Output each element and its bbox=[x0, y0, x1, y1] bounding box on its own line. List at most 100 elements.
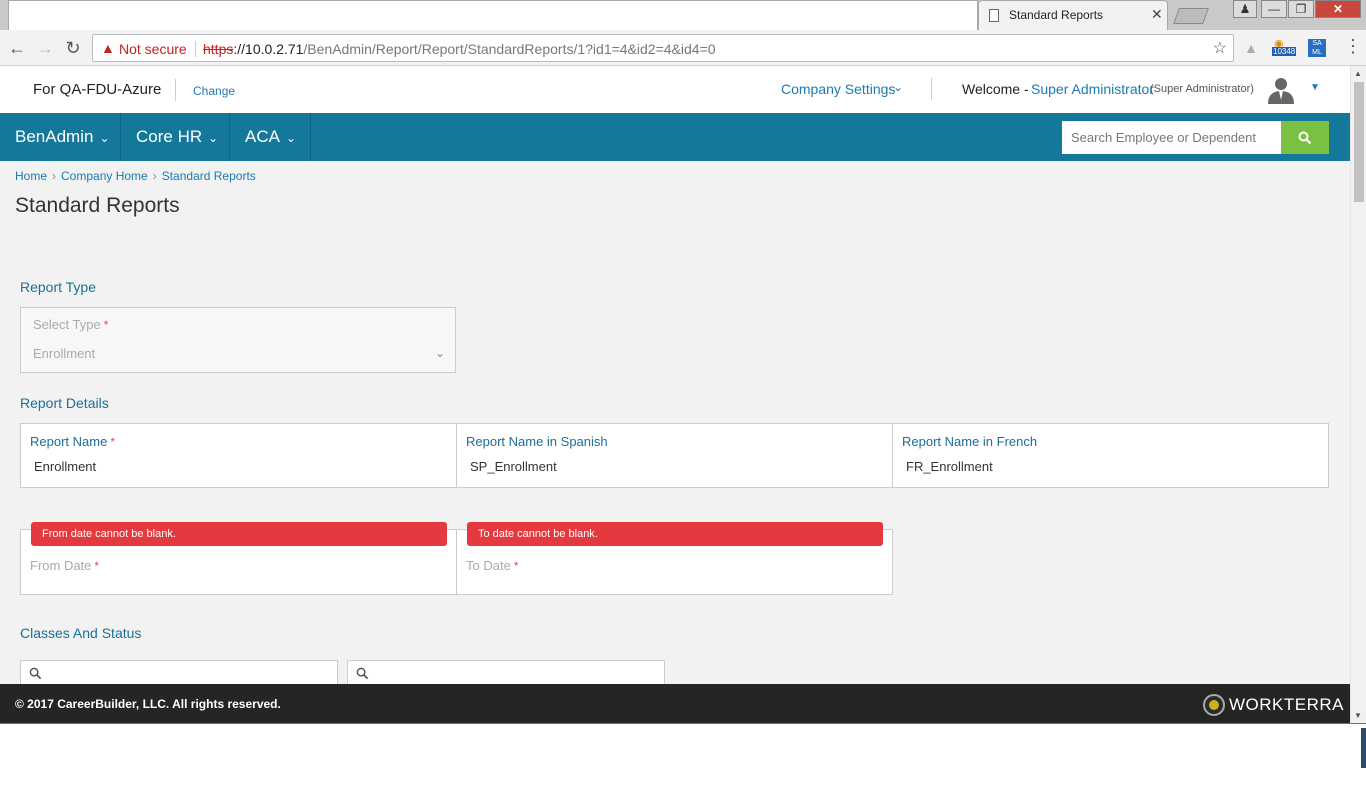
classes-search-input[interactable] bbox=[20, 660, 338, 686]
badge-extension-icon[interactable]: ◉ 10348 bbox=[1272, 38, 1297, 57]
page-viewport: For QA-FDU-Azure Change Company Settings… bbox=[0, 66, 1350, 723]
select-type-label: Select Type * bbox=[33, 317, 109, 332]
company-name: For QA-FDU-Azure bbox=[33, 81, 162, 98]
url-text[interactable]: https://10.0.2.71/BenAdmin/Report/Report… bbox=[203, 41, 716, 57]
nav-item-label: BenAdmin bbox=[15, 127, 94, 146]
search-icon bbox=[356, 667, 369, 683]
window-close-button[interactable]: ✕ bbox=[1315, 0, 1361, 18]
scroll-up-icon[interactable]: ▲ bbox=[1354, 69, 1362, 78]
employee-search-input[interactable] bbox=[1062, 121, 1281, 154]
header-divider bbox=[175, 79, 176, 101]
pdf-extension-icon[interactable]: ▲ bbox=[1242, 39, 1260, 57]
select-type-value: Enrollment bbox=[33, 346, 96, 361]
required-marker: * bbox=[110, 435, 115, 449]
window-edge bbox=[1361, 728, 1366, 768]
required-marker: * bbox=[103, 318, 109, 332]
page-scrollbar[interactable]: ▲ ▼ bbox=[1350, 66, 1366, 723]
report-details-heading: Report Details bbox=[20, 395, 109, 411]
report-type-heading: Report Type bbox=[20, 279, 97, 295]
breadcrumb-home[interactable]: Home bbox=[15, 169, 47, 183]
breadcrumb: Home › Company Home › Standard Reports bbox=[15, 169, 256, 183]
workterra-logo-icon bbox=[1203, 694, 1225, 716]
breadcrumb-separator-icon: › bbox=[152, 169, 157, 183]
maximize-button[interactable]: ❐ bbox=[1288, 0, 1314, 18]
new-tab-button[interactable] bbox=[1173, 8, 1209, 24]
breadcrumb-separator-icon: › bbox=[52, 169, 57, 183]
required-marker: * bbox=[94, 559, 100, 573]
saml-extension-icon[interactable]: SA ML bbox=[1308, 39, 1326, 57]
page-footer: © 2017 CareerBuilder, LLC. All rights re… bbox=[0, 684, 1350, 723]
chevron-down-icon: ⌄ bbox=[99, 131, 110, 145]
report-type-select[interactable]: Select Type * Enrollment ⌄ bbox=[20, 307, 456, 373]
extension-badge: 10348 bbox=[1272, 47, 1297, 56]
search-icon bbox=[29, 667, 42, 683]
chevron-down-icon[interactable]: ⌄ bbox=[893, 80, 903, 94]
report-name-value: Enrollment bbox=[34, 459, 97, 474]
page-title: Standard Reports bbox=[15, 194, 180, 217]
document-icon bbox=[989, 9, 999, 22]
forward-arrow-icon[interactable]: → bbox=[33, 36, 57, 60]
avatar-icon[interactable] bbox=[1266, 76, 1296, 104]
to-date-label: To Date * bbox=[466, 558, 519, 573]
chevron-down-icon: ⌄ bbox=[208, 131, 219, 145]
blank-area bbox=[0, 723, 1366, 812]
copyright-text: © 2017 CareerBuilder, LLC. All rights re… bbox=[15, 697, 281, 711]
report-name-field[interactable]: Report Name * Enrollment bbox=[20, 423, 457, 488]
nav-item-benadmin[interactable]: BenAdmin ⌄ bbox=[0, 113, 121, 161]
chevron-down-icon: ⌄ bbox=[285, 131, 297, 145]
caret-down-icon[interactable]: ▼ bbox=[1310, 82, 1320, 93]
browser-toolbar: ← → ↻ ▲ Not secure https://10.0.2.71/Ben… bbox=[0, 30, 1366, 66]
from-date-error: From date cannot be blank. bbox=[31, 522, 447, 546]
search-icon bbox=[1298, 131, 1312, 145]
main-nav: BenAdmin ⌄ Core HR ⌄ ACA ⌄ bbox=[0, 113, 1350, 161]
report-name-spanish-field[interactable]: Report Name in Spanish SP_Enrollment bbox=[456, 423, 893, 488]
report-name-spanish-label: Report Name in Spanish bbox=[466, 434, 608, 449]
bookmark-star-icon[interactable]: ☆ bbox=[1213, 38, 1227, 58]
nav-item-core-hr[interactable]: Core HR ⌄ bbox=[121, 113, 230, 161]
to-date-error: To date cannot be blank. bbox=[467, 522, 883, 546]
classes-status-heading: Classes And Status bbox=[20, 625, 142, 641]
status-search-input[interactable] bbox=[347, 660, 665, 686]
url-scheme: https bbox=[203, 41, 234, 57]
browser-menu-icon[interactable]: ⋮ bbox=[1344, 36, 1362, 57]
report-name-french-field[interactable]: Report Name in French FR_Enrollment bbox=[892, 423, 1329, 488]
user-profile-icon[interactable]: ♟ bbox=[1233, 0, 1257, 18]
nav-item-aca[interactable]: ACA ⌄ bbox=[230, 113, 311, 161]
report-name-french-label: Report Name in French bbox=[902, 434, 1038, 449]
header-divider bbox=[931, 78, 932, 100]
report-name-label: Report Name * bbox=[30, 434, 115, 449]
blank-tab[interactable] bbox=[8, 0, 978, 30]
chevron-down-icon: ⌄ bbox=[435, 346, 446, 360]
tab-close-icon[interactable]: ✕ bbox=[1151, 6, 1163, 23]
from-date-label: From Date * bbox=[30, 558, 100, 573]
url-host: ://10.0.2.71 bbox=[233, 41, 304, 57]
nav-item-label: Core HR bbox=[136, 127, 203, 146]
url-path: /BenAdmin/Report/Report/StandardReports/… bbox=[303, 41, 716, 57]
user-role: (Super Administrator) bbox=[1150, 83, 1254, 95]
required-marker: * bbox=[513, 559, 519, 573]
warning-icon: ▲ bbox=[101, 40, 115, 56]
scroll-down-icon[interactable]: ▼ bbox=[1354, 711, 1362, 720]
welcome-label: Welcome - bbox=[962, 81, 1029, 97]
address-divider bbox=[195, 41, 196, 57]
scrollbar-thumb[interactable] bbox=[1354, 82, 1364, 202]
breadcrumb-company-home[interactable]: Company Home bbox=[61, 169, 148, 183]
top-header: For QA-FDU-Azure Change Company Settings… bbox=[0, 66, 1350, 113]
breadcrumb-standard-reports[interactable]: Standard Reports bbox=[162, 169, 256, 183]
reload-icon[interactable]: ↻ bbox=[61, 36, 85, 60]
nav-item-label: ACA bbox=[245, 127, 280, 146]
user-name-link[interactable]: Super Administrator bbox=[1031, 81, 1154, 97]
back-arrow-icon[interactable]: ← bbox=[5, 36, 29, 60]
address-bar[interactable]: ▲ Not secure https://10.0.2.71/BenAdmin/… bbox=[92, 34, 1234, 62]
browser-tab-strip: Standard Reports ✕ ♟ — ❐ ✕ bbox=[0, 0, 1366, 30]
company-settings-menu[interactable]: Company Settings bbox=[781, 81, 895, 97]
browser-tab-active[interactable]: Standard Reports ✕ bbox=[978, 0, 1168, 30]
security-indicator[interactable]: Not secure bbox=[119, 41, 187, 57]
workterra-logo-text: WORKTERRA bbox=[1229, 695, 1344, 714]
report-name-spanish-value: SP_Enrollment bbox=[470, 459, 557, 474]
minimize-button[interactable]: — bbox=[1261, 0, 1287, 18]
change-company-link[interactable]: Change bbox=[193, 84, 235, 98]
search-button[interactable] bbox=[1281, 121, 1329, 154]
tab-title: Standard Reports bbox=[1009, 8, 1104, 22]
report-name-french-value: FR_Enrollment bbox=[906, 459, 993, 474]
